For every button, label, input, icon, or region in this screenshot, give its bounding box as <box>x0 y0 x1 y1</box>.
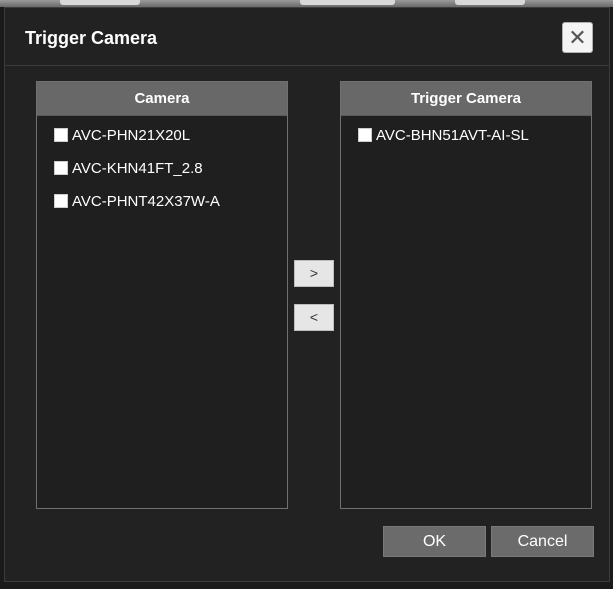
remove-from-trigger-button[interactable]: < <box>294 304 334 331</box>
dialog-title: Trigger Camera <box>25 28 158 48</box>
checkbox[interactable] <box>54 128 68 142</box>
list-item[interactable]: AVC-PHN21X20L <box>37 126 287 146</box>
background-tab <box>455 0 525 5</box>
camera-label: AVC-BHN51AVT-AI-SL <box>376 127 529 144</box>
background-tab <box>300 0 395 5</box>
background-toolbar-strip <box>0 0 613 7</box>
checkbox[interactable] <box>54 161 68 175</box>
checkbox[interactable] <box>358 128 372 142</box>
list-item[interactable]: AVC-KHN41FT_2.8 <box>37 159 287 179</box>
list-item[interactable]: AVC-PHNT42X37W-A <box>37 192 287 212</box>
camera-label: AVC-PHNT42X37W-A <box>72 193 220 210</box>
camera-label: AVC-PHN21X20L <box>72 127 191 144</box>
trigger-camera-dialog: Trigger Camera ✕ Camera AVC-PHN21X20L AV… <box>4 7 610 582</box>
close-icon: ✕ <box>568 25 587 50</box>
trigger-camera-list: AVC-BHN51AVT-AI-SL <box>341 116 591 146</box>
trigger-camera-list-panel: Trigger Camera AVC-BHN51AVT-AI-SL <box>340 81 592 509</box>
camera-list-header: Camera <box>37 82 287 116</box>
camera-label: AVC-KHN41FT_2.8 <box>72 160 203 177</box>
dialog-title-bar: Trigger Camera ✕ <box>5 8 609 66</box>
camera-list: AVC-PHN21X20L AVC-KHN41FT_2.8 AVC-PHNT42… <box>37 116 287 212</box>
close-button[interactable]: ✕ <box>562 22 593 53</box>
add-to-trigger-button[interactable]: > <box>294 260 334 287</box>
background-tab <box>60 0 140 5</box>
camera-list-panel: Camera AVC-PHN21X20L AVC-KHN41FT_2.8 AVC… <box>36 81 288 509</box>
ok-button[interactable]: OK <box>383 526 486 557</box>
list-item[interactable]: AVC-BHN51AVT-AI-SL <box>341 126 591 146</box>
checkbox[interactable] <box>54 194 68 208</box>
cancel-button[interactable]: Cancel <box>491 526 594 557</box>
trigger-camera-list-header: Trigger Camera <box>341 82 591 116</box>
